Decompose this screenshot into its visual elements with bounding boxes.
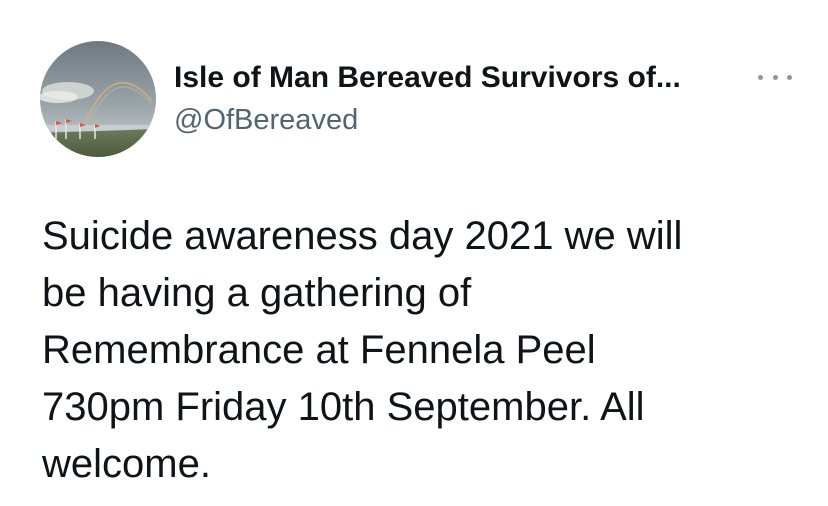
dot <box>787 74 792 80</box>
tweet-text-line: Remembrance at Fennela Peel <box>42 328 596 372</box>
tweet-text: Suicide awareness day 2021 we will be ha… <box>42 208 802 493</box>
avatar[interactable] <box>40 41 156 157</box>
dot <box>772 74 778 80</box>
landscape-rainbow-icon <box>40 41 156 157</box>
tweet-text-line: Suicide awareness day 2021 we will <box>42 214 683 258</box>
tweet-text-line: welcome. <box>42 442 211 486</box>
author-handle[interactable]: @OfBereaved <box>174 102 358 138</box>
more-options-icon[interactable] <box>758 66 792 88</box>
author-name[interactable]: Isle of Man Bereaved Survivors of... <box>174 60 734 96</box>
tweet-card: Isle of Man Bereaved Survivors of... @Of… <box>0 0 828 506</box>
tweet-text-line: be having a gathering of <box>42 271 472 315</box>
tweet-text-line: 730pm Friday 10th September. All <box>42 385 645 429</box>
dot <box>758 74 763 80</box>
